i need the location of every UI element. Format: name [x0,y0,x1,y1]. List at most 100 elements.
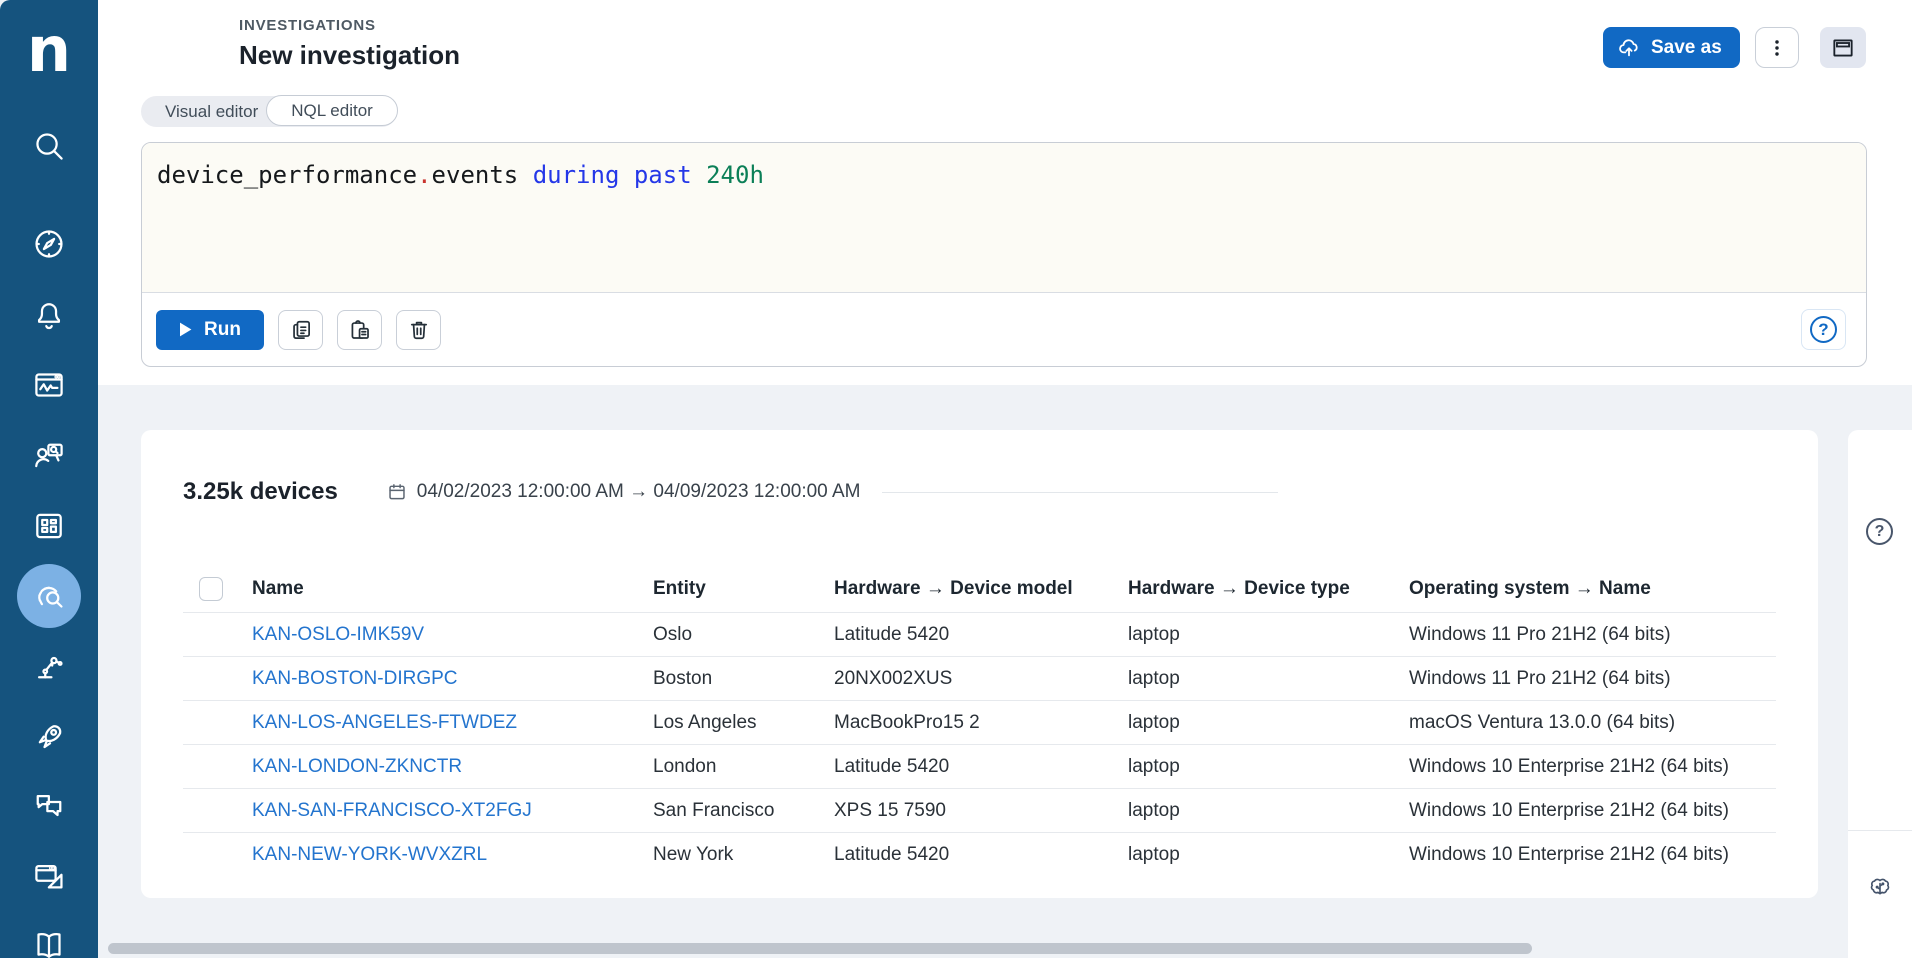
sidebar-item-alerts[interactable] [0,283,98,347]
table-header-row: Name Entity Hardware → Device model Hard… [183,565,1776,612]
bell-icon [17,283,81,347]
run-label: Run [204,319,241,341]
header-divider [882,492,1278,493]
table-row: KAN-LOS-ANGELES-FTWDEZ Los Angeles MacBo… [183,700,1776,744]
table-row: KAN-NEW-YORK-WVXZRL New York Latitude 54… [183,832,1776,876]
breadcrumb: INVESTIGATIONS [239,17,376,34]
kebab-menu-icon [1766,37,1788,59]
nql-query-input[interactable]: device_performance.events during past 24… [142,143,1866,293]
compass-icon [17,212,81,276]
sidebar-item-engage[interactable] [0,773,98,837]
sidebar-item-dashboards[interactable] [0,353,98,417]
workforce-icon [17,423,81,487]
cell-type: laptop [1128,624,1409,646]
sidebar-item-search[interactable] [0,114,98,178]
nexthink-logo[interactable]: n [0,6,98,92]
table-row: KAN-LONDON-ZKNCTR London Latitude 5420 l… [183,744,1776,788]
cell-model: Latitude 5420 [834,756,1128,778]
delete-query-button[interactable] [396,310,441,350]
device-link[interactable]: KAN-LOS-ANGELES-FTWDEZ [252,712,517,733]
col-device-type: Hardware → Device type [1128,578,1409,600]
chat-bubbles-icon [17,773,81,837]
device-link[interactable]: KAN-BOSTON-DIRGPC [252,668,458,689]
play-icon [179,322,192,337]
device-link[interactable]: KAN-NEW-YORK-WVXZRL [252,844,487,865]
cell-entity: Los Angeles [653,712,834,734]
kebab-menu-button[interactable] [1755,27,1799,68]
cell-type: laptop [1128,712,1409,734]
horizontal-scrollbar[interactable] [108,943,1532,954]
cell-model: MacBookPro15 2 [834,712,1128,734]
right-help-panel: ? [1848,430,1912,958]
page-title: New investigation [239,40,460,71]
cell-os: Windows 11 Pro 21H2 (64 bits) [1409,624,1776,646]
rocket-icon [17,705,81,769]
cell-entity: Oslo [653,624,834,646]
query-token-duration: 240h [706,161,764,189]
sidebar-item-workforce[interactable] [0,423,98,487]
design-window-ruler-icon [17,844,81,908]
cell-model: Latitude 5420 [834,844,1128,866]
help-circle-icon: ? [1866,518,1893,545]
query-token-namespace: events [432,161,533,189]
header-actions: Save as [1603,27,1866,68]
panel-divider [1848,830,1912,831]
layout-panel-icon [1830,35,1856,61]
nql-help-button[interactable]: ? [1801,309,1846,350]
device-link[interactable]: KAN-OSLO-IMK59V [252,624,424,645]
sidebar-item-applications[interactable] [0,494,98,558]
copy-icon [288,317,314,343]
cell-os: macOS Ventura 13.0.0 (64 bits) [1409,712,1776,734]
cell-entity: San Francisco [653,800,834,822]
dashboard-pulse-icon [17,353,81,417]
device-count: 3.25k devices [183,478,338,506]
library-book-icon [17,913,81,958]
col-device-model: Hardware → Device model [834,578,1128,600]
query-token-table: device_performance [157,161,417,189]
search-icon [17,114,81,178]
date-range-text: 04/02/2023 12:00:00 AM → 04/09/2023 12:0… [417,481,861,503]
sidebar-item-adopt[interactable] [0,705,98,769]
sidebar-item-discover[interactable] [0,212,98,276]
col-name: Name [252,578,653,600]
cell-model: 20NX002XUS [834,668,1128,690]
run-button[interactable]: Run [156,310,264,350]
automation-robot-arm-icon [17,634,81,698]
calendar-icon [386,481,408,503]
editor-toolbar: Run [142,293,1866,366]
panel-help-button[interactable]: ? [1866,518,1893,545]
cell-os: Windows 10 Enterprise 21H2 (64 bits) [1409,800,1776,822]
select-all-checkbox[interactable] [199,577,223,601]
results-header: 3.25k devices 04/02/2023 12:00:00 AM → 0… [183,478,1776,506]
apps-grid-icon [17,494,81,558]
sidebar-item-automation[interactable] [0,634,98,698]
col-os-name: Operating system → Name [1409,578,1776,600]
tab-nql-editor[interactable]: NQL editor [266,95,398,126]
query-token-dot: . [417,161,431,189]
copy-query-button[interactable] [278,310,323,350]
tab-visual-editor[interactable]: Visual editor [141,96,282,127]
app-sidebar: n [0,0,98,958]
cell-type: laptop [1128,800,1409,822]
col-entity: Entity [653,578,834,600]
table-row: KAN-SAN-FRANCISCO-XT2FGJ San Francisco X… [183,788,1776,832]
cell-type: laptop [1128,756,1409,778]
query-token-keyword: during past [533,161,706,189]
results-card: 3.25k devices 04/02/2023 12:00:00 AM → 0… [141,430,1818,898]
nql-editor-card: device_performance.events during past 24… [141,142,1867,367]
device-link[interactable]: KAN-LONDON-ZKNCTR [252,756,462,777]
table-row: KAN-BOSTON-DIRGPC Boston 20NX002XUS lapt… [183,656,1776,700]
sidebar-item-library[interactable] [0,913,98,958]
device-link[interactable]: KAN-SAN-FRANCISCO-XT2FGJ [252,800,532,821]
layout-panel-button[interactable] [1820,27,1866,68]
cell-type: laptop [1128,844,1409,866]
help-circle-icon: ? [1810,316,1837,343]
cell-entity: London [653,756,834,778]
paste-query-button[interactable] [337,310,382,350]
save-as-button[interactable]: Save as [1603,27,1740,68]
cell-model: XPS 15 7590 [834,800,1128,822]
paste-icon [347,317,373,343]
sidebar-item-investigations[interactable] [0,564,98,628]
sidebar-item-design[interactable] [0,844,98,908]
ai-assist-button[interactable] [1865,874,1895,904]
